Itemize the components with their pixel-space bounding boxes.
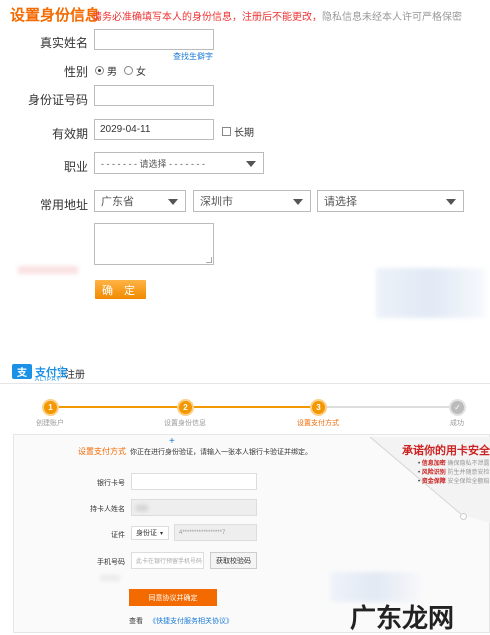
watermark-text: 广东龙网 [350,604,455,634]
id-label: 身份证号码 [27,93,88,107]
step-1-label: 创建账户 [36,420,64,427]
city-select[interactable]: 深圳市 [193,190,311,212]
chevron-down-icon: ▾ [160,530,164,537]
district-select[interactable]: 请选择 [317,190,464,212]
blurred-region [376,268,486,318]
city-value: 深圳市 [200,196,233,208]
district-value: 请选择 [324,196,357,208]
alipay-logo-icon: 支 [12,364,32,379]
blurred-region [18,266,78,274]
female-radio[interactable] [124,66,133,75]
blurred-region [100,575,120,581]
step-3-dot: 3 [310,399,327,416]
gender-options: 男 女 [95,63,146,78]
notice-text: 请务必准确填写本人的身份信息，注册后不能更改，隐私信息未经本人许可严格保密 [92,8,462,23]
long-term-option: 长期 [222,124,254,139]
cert-number-field: 4*****************7 [174,524,257,541]
divider [0,383,490,384]
promo-item: • 信息加密 确保隐私不泄露 [418,461,490,467]
step-line [325,406,451,408]
step-4-check-icon: ✓ [449,399,466,416]
cert-type-select[interactable]: 身份证 ▾ [131,526,169,540]
gender-label: 性别 [63,65,88,79]
chevron-down-icon [168,199,178,205]
get-code-button[interactable]: 获取校验码 [210,552,257,569]
divider [60,365,61,379]
card-number-label: 银行卡号 [97,480,125,487]
page-title: 设置身份信息 [10,7,101,24]
promo-title: 承诺你的用卡安全 [402,444,490,457]
id-number-input[interactable] [94,85,214,106]
job-label: 职业 [63,160,88,174]
job-select-value: - - - - - - - 请选择 - - - - - - - [101,158,205,169]
confirm-button[interactable]: 确 定 [95,280,146,299]
cursor-cross-icon: + [169,436,175,447]
valid-label: 有效期 [51,127,88,141]
step-line [57,406,179,408]
male-label: 男 [107,67,117,78]
female-label: 女 [136,67,146,78]
chevron-down-icon [246,161,256,167]
male-radio[interactable] [95,66,104,75]
province-value: 广东省 [101,196,134,208]
name-label: 真实姓名 [39,36,88,50]
address-detail-textarea[interactable] [94,223,214,265]
section-desc: 你正在进行身份验证，请输入一张本人银行卡验证并绑定。 [130,449,312,456]
chevron-down-icon [293,199,303,205]
holder-name-field [131,499,257,516]
rare-char-link[interactable]: 查找生僻字 [173,51,213,62]
name-input[interactable] [94,29,214,50]
agreement-line: 查看 《快捷支付服务相关协议》 [129,616,233,626]
cert-label: 证件 [111,532,125,539]
promo-item-desc: 安全保险全额赔 [447,479,490,485]
phone-input[interactable]: 此卡在银行预留手机号码 [131,552,204,569]
valid-date-input[interactable]: 2029-04-11 [94,119,214,140]
agree-confirm-button[interactable]: 同意协议并确定 [129,589,217,606]
chevron-down-icon [446,199,456,205]
cert-type-value: 身份证 [136,530,157,537]
phone-label: 手机号码 [97,559,125,566]
notice-rest: 隐私信息未经本人许可严格保密 [322,12,462,23]
view-label: 查看 [129,618,143,625]
register-title: 注册 [65,370,85,381]
agreement-link[interactable]: 《快捷支付服务相关协议》 [149,618,233,625]
promo-item: • 资金保障 安全保险全额赔 [418,479,490,485]
step-4-label: 成功 [450,420,464,427]
long-term-label: 长期 [234,128,254,139]
step-2-dot: 2 [177,399,194,416]
holder-name-label: 持卡人姓名 [90,506,125,513]
promo-item: • 风险识别 防生并随意安检 [418,470,490,476]
promo-item-title: 资金保障 [421,479,446,485]
long-term-checkbox[interactable] [222,127,231,136]
province-select[interactable]: 广东省 [94,190,186,212]
resize-handle-icon [206,257,212,263]
step-line [191,406,312,408]
step-1-dot: 1 [42,399,59,416]
notice-highlight: 请务必准确填写本人的身份信息，注册后不能更改， [92,12,322,23]
card-number-input[interactable] [131,473,257,490]
blurred-region [136,504,148,511]
pin-icon [460,513,467,520]
step-2-label: 设置身份信息 [164,420,206,427]
address-label: 常用地址 [39,198,88,212]
section-title: 设置支付方式 [78,447,126,456]
job-select[interactable]: - - - - - - - 请选择 - - - - - - - [94,152,264,174]
step-3-label: 设置支付方式 [297,420,339,427]
